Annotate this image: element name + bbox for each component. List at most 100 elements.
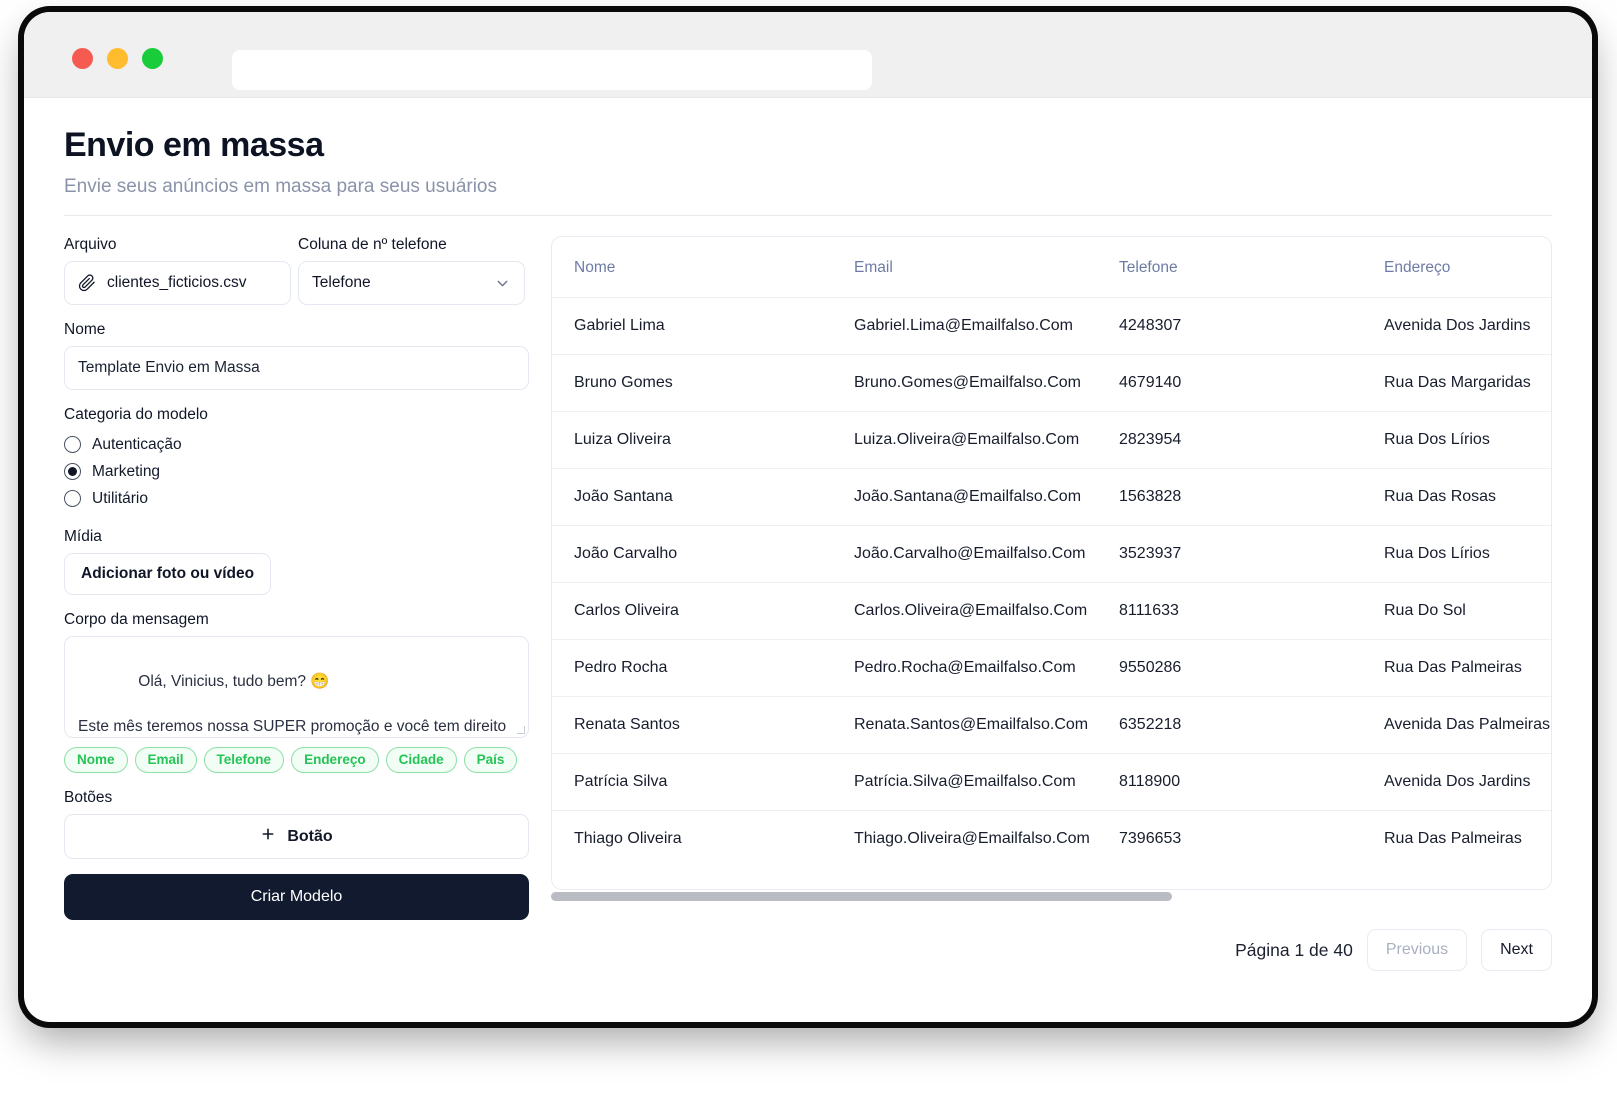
category-option-marketing[interactable]: Marketing: [64, 458, 529, 485]
scrollbar-thumb[interactable]: [551, 892, 1172, 902]
cell-nome: Carlos Oliveira: [552, 582, 832, 641]
radio-icon-utilitario[interactable]: [64, 490, 81, 508]
traffic-light-controls: [72, 48, 163, 69]
add-button-label: Botão: [287, 827, 333, 845]
variable-chip-telefone[interactable]: Telefone: [203, 747, 285, 774]
file-picker[interactable]: clientes_ficticios.csv: [64, 261, 291, 306]
phone-column-select[interactable]: Telefone: [298, 261, 525, 306]
table-row[interactable]: Thiago Oliveira Thiago.Oliveira@Emailfal…: [552, 811, 1551, 868]
variable-chip-pais[interactable]: País: [463, 747, 518, 774]
category-label: Categoria do modelo: [64, 406, 208, 424]
category-option-label: Marketing: [92, 462, 161, 480]
media-label: Mídia: [64, 528, 102, 546]
close-window-button[interactable]: [72, 48, 93, 69]
table-row[interactable]: João Santana João.Santana@Emailfalso.Com…: [552, 468, 1551, 527]
phone-column-value: Telefone: [312, 274, 371, 292]
cell-email: Gabriel.Lima@Emailfalso.Com: [832, 297, 1097, 356]
next-page-button[interactable]: Next: [1481, 929, 1552, 972]
cell-telefone: 1563828: [1097, 468, 1362, 527]
add-button-button[interactable]: Botão: [64, 814, 529, 860]
radio-icon-autenticacao[interactable]: [64, 436, 81, 454]
address-bar[interactable]: [232, 50, 872, 90]
category-option-utilitario[interactable]: Utilitário: [64, 485, 529, 512]
cell-email: Carlos.Oliveira@Emailfalso.Com: [832, 582, 1097, 641]
previous-page-button[interactable]: Previous: [1366, 929, 1468, 972]
cell-endereco: Rua Das Palmeiras: [1384, 830, 1522, 848]
column-header-email[interactable]: Email: [832, 237, 1097, 299]
contacts-table-body: Gabriel Lima Gabriel.Lima@Emailfalso.Com…: [552, 297, 1551, 868]
table-row[interactable]: Pedro Rocha Pedro.Rocha@Emailfalso.Com 9…: [552, 639, 1551, 698]
cell-email: Pedro.Rocha@Emailfalso.Com: [832, 639, 1097, 698]
variable-chip-endereco[interactable]: Endereço: [291, 747, 379, 774]
header-divider: [64, 215, 1552, 217]
table-horizontal-scrollbar[interactable]: [551, 892, 1552, 902]
cell-email: Luiza.Oliveira@Emailfalso.Com: [832, 411, 1097, 470]
column-header-endereco[interactable]: Endereço: [1362, 237, 1551, 299]
media-group: Mídia Adicionar foto ou vídeo: [64, 528, 529, 596]
table-row[interactable]: Gabriel Lima Gabriel.Lima@Emailfalso.Com…: [552, 297, 1551, 356]
cell-telefone: 2823954: [1097, 411, 1362, 470]
cell-email: Patrícia.Silva@Emailfalso.Com: [832, 753, 1097, 812]
plus-icon: [260, 826, 276, 847]
create-template-button[interactable]: Criar Modelo: [64, 874, 529, 921]
resize-handle-icon[interactable]: [517, 726, 525, 735]
column-header-nome[interactable]: Nome: [552, 237, 832, 299]
contacts-table: Nome Email Telefone Endereço Gabriel Lim…: [552, 237, 1551, 867]
column-header-telefone[interactable]: Telefone: [1097, 237, 1362, 299]
table-header-row: Nome Email Telefone Endereço: [552, 237, 1551, 299]
contacts-table-card: Nome Email Telefone Endereço Gabriel Lim…: [551, 236, 1552, 891]
minimize-window-button[interactable]: [107, 48, 128, 69]
add-media-button[interactable]: Adicionar foto ou vídeo: [64, 553, 272, 596]
cell-endereco: Avenida Das Palmeiras: [1362, 696, 1551, 755]
maximize-window-button[interactable]: [142, 48, 163, 69]
cell-telefone: 8111633: [1097, 582, 1362, 641]
address-input[interactable]: [232, 50, 872, 90]
cell-nome: Thiago Oliveira: [574, 830, 682, 848]
table-row[interactable]: Patrícia Silva Patrícia.Silva@Emailfalso…: [552, 753, 1551, 812]
table-row[interactable]: Renata Santos Renata.Santos@Emailfalso.C…: [552, 696, 1551, 755]
category-option-autenticacao[interactable]: Autenticação: [64, 431, 529, 458]
table-row[interactable]: João Carvalho João.Carvalho@Emailfalso.C…: [552, 525, 1551, 584]
cell-email: Thiago.Oliveira@Emailfalso.Com: [854, 830, 1090, 848]
contacts-table-scroll[interactable]: Nome Email Telefone Endereço Gabriel Lim…: [552, 237, 1551, 889]
category-option-label: Utilitário: [92, 489, 148, 507]
cell-endereco: Rua Das Rosas: [1362, 468, 1551, 527]
message-body-textarea[interactable]: Olá, Vinicius, tudo bem? 😁 Este mês tere…: [64, 636, 529, 739]
file-field-group: Arquivo clientes_ficticios.csv: [64, 236, 291, 306]
cell-telefone: 3523937: [1097, 525, 1362, 584]
variable-chip-nome[interactable]: Nome: [64, 747, 128, 774]
table-row[interactable]: Carlos Oliveira Carlos.Oliveira@Emailfal…: [552, 582, 1551, 641]
paperclip-icon: [78, 274, 96, 292]
cell-telefone: 9550286: [1097, 639, 1362, 698]
cell-telefone: 8118900: [1097, 753, 1362, 812]
template-name-group: Nome: [64, 321, 529, 391]
variable-chip-cidade[interactable]: Cidade: [385, 747, 457, 774]
cell-endereco: Rua Dos Lírios: [1362, 411, 1551, 470]
cell-nome: Pedro Rocha: [552, 639, 832, 698]
cell-nome: Luiza Oliveira: [552, 411, 832, 470]
contacts-panel: Nome Email Telefone Endereço Gabriel Lim…: [551, 236, 1552, 972]
page-columns: Arquivo clientes_ficticios.csv Coluna de…: [64, 236, 1552, 972]
table-row[interactable]: Bruno Gomes Bruno.Gomes@Emailfalso.Com 4…: [552, 354, 1551, 413]
table-row[interactable]: Luiza Oliveira Luiza.Oliveira@Emailfalso…: [552, 411, 1551, 470]
radio-icon-marketing[interactable]: [64, 463, 81, 481]
message-body-label: Corpo da mensagem: [64, 611, 209, 629]
cell-telefone: 6352218: [1097, 696, 1362, 755]
page-title: Envio em massa: [64, 126, 324, 164]
variable-chip-email[interactable]: Email: [134, 747, 197, 774]
phone-column-group: Coluna de nº telefone Telefone: [298, 236, 525, 306]
cell-email: João.Carvalho@Emailfalso.Com: [832, 525, 1097, 584]
cell-nome: João Carvalho: [552, 525, 832, 584]
variable-chips: Nome Email Telefone Endereço Cidade País: [64, 747, 529, 774]
cell-endereco: Rua Do Sol: [1362, 582, 1551, 641]
template-name-input[interactable]: [64, 346, 529, 391]
cell-endereco: Avenida Dos Jardins: [1362, 297, 1551, 356]
page-content: Envio em massa Envie seus anúncios em ma…: [24, 98, 1592, 1022]
cell-endereco: Rua Dos Lírios: [1362, 525, 1551, 584]
message-body-text: Olá, Vinicius, tudo bem? 😁 Este mês tere…: [78, 672, 507, 735]
cell-telefone: 4248307: [1097, 297, 1362, 356]
file-name-text: clientes_ficticios.csv: [107, 274, 247, 292]
message-body-group: Corpo da mensagem Olá, Vinicius, tudo be…: [64, 611, 529, 739]
cell-email: Bruno.Gomes@Emailfalso.Com: [832, 354, 1097, 413]
contacts-table-head: Nome Email Telefone Endereço: [552, 237, 1551, 299]
